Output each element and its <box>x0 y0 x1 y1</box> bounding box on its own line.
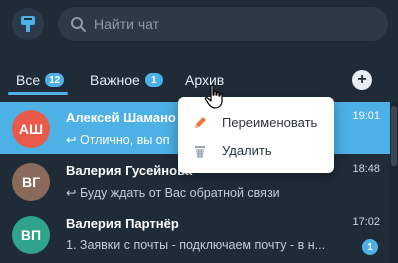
top-bar <box>0 0 398 48</box>
tab-all-badge: 12 <box>45 73 65 87</box>
plus-icon: + <box>357 71 367 88</box>
chat-preview: 1. Заявки с почты - подключаем почту - в… <box>66 238 326 252</box>
search-icon <box>71 17 86 32</box>
avatar: ВП <box>12 216 50 254</box>
rename-menu-item[interactable]: Переименовать <box>178 109 334 137</box>
tab-important-label: Важное <box>90 72 140 88</box>
unread-badge: 1 <box>362 239 378 255</box>
search-input[interactable] <box>94 7 374 41</box>
chat-time: 18:48 <box>352 163 380 175</box>
chat-time: 19:01 <box>352 110 380 122</box>
context-menu: Переименовать Удалить <box>178 97 334 173</box>
chat-name: Валерия Партнёр <box>66 216 179 231</box>
chat-name: Валерия Гусейнова <box>66 163 193 178</box>
chat-name: Алексей Шамано <box>66 110 176 125</box>
chat-item[interactable]: ВП Валерия Партнёр 17:02 1. Заявки с поч… <box>0 208 390 260</box>
delete-menu-item[interactable]: Удалить <box>178 137 334 165</box>
avatar: ВГ <box>12 163 50 201</box>
pencil-icon <box>195 117 206 128</box>
delete-label: Удалить <box>222 143 272 158</box>
add-folder-button[interactable]: + <box>352 70 372 90</box>
chat-preview: ↩ Буду ждать от Вас обратной связи <box>66 186 280 200</box>
active-tab-indicator <box>8 92 68 95</box>
tab-important[interactable]: Важное 1 <box>90 72 163 88</box>
hand-cursor-icon <box>204 84 223 109</box>
tab-bar: Все 12 Важное 1 Архив + <box>0 62 398 102</box>
search-box[interactable] <box>58 7 388 41</box>
chat-time: 17:02 <box>352 216 380 228</box>
tab-important-badge: 1 <box>144 73 163 87</box>
chat-list-scrollbar[interactable] <box>390 102 398 263</box>
rename-label: Переименовать <box>222 115 318 130</box>
trash-icon <box>195 146 205 158</box>
scroll-thumb[interactable] <box>391 106 397 166</box>
tab-all-label: Все <box>16 72 41 88</box>
avatar: АШ <box>12 110 50 148</box>
app-logo-icon[interactable] <box>12 8 44 40</box>
tab-all[interactable]: Все 12 <box>16 72 65 88</box>
